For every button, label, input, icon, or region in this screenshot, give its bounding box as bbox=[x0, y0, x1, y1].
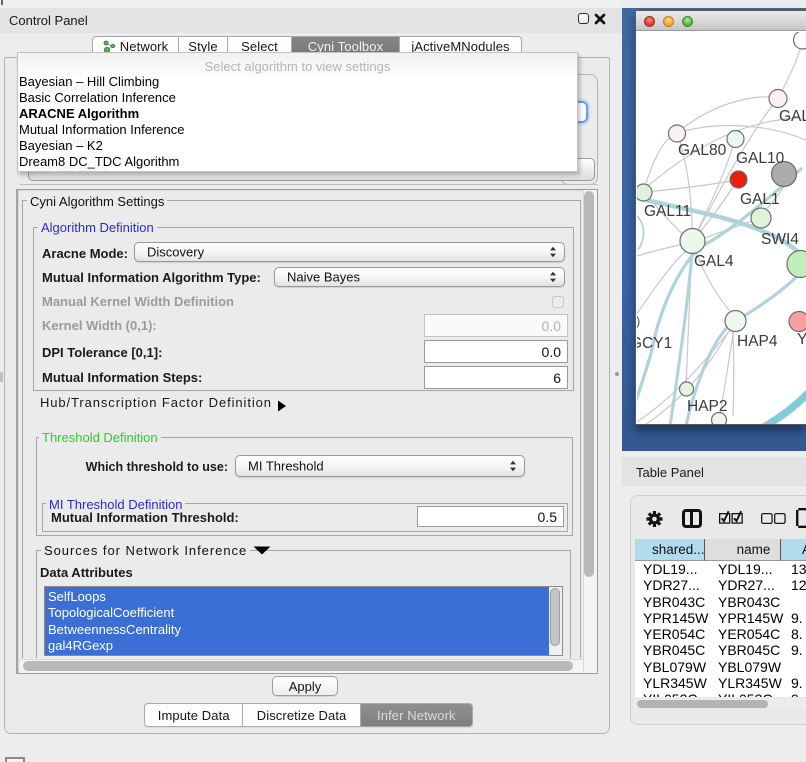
svg-text:GAL10: GAL10 bbox=[736, 150, 785, 167]
svg-text:Y: Y bbox=[797, 331, 806, 348]
svg-text:HAP2: HAP2 bbox=[687, 398, 728, 415]
svg-text:GCY1: GCY1 bbox=[637, 335, 672, 352]
svg-text:GAL1: GAL1 bbox=[740, 191, 780, 208]
svg-text:HAP4: HAP4 bbox=[737, 333, 778, 350]
svg-text:GAL4: GAL4 bbox=[694, 253, 734, 270]
svg-text:GAL80: GAL80 bbox=[678, 142, 727, 159]
svg-text:SWI4: SWI4 bbox=[761, 231, 799, 248]
svg-text:GAL11: GAL11 bbox=[644, 203, 691, 220]
svg-text:GAL7: GAL7 bbox=[779, 108, 806, 125]
